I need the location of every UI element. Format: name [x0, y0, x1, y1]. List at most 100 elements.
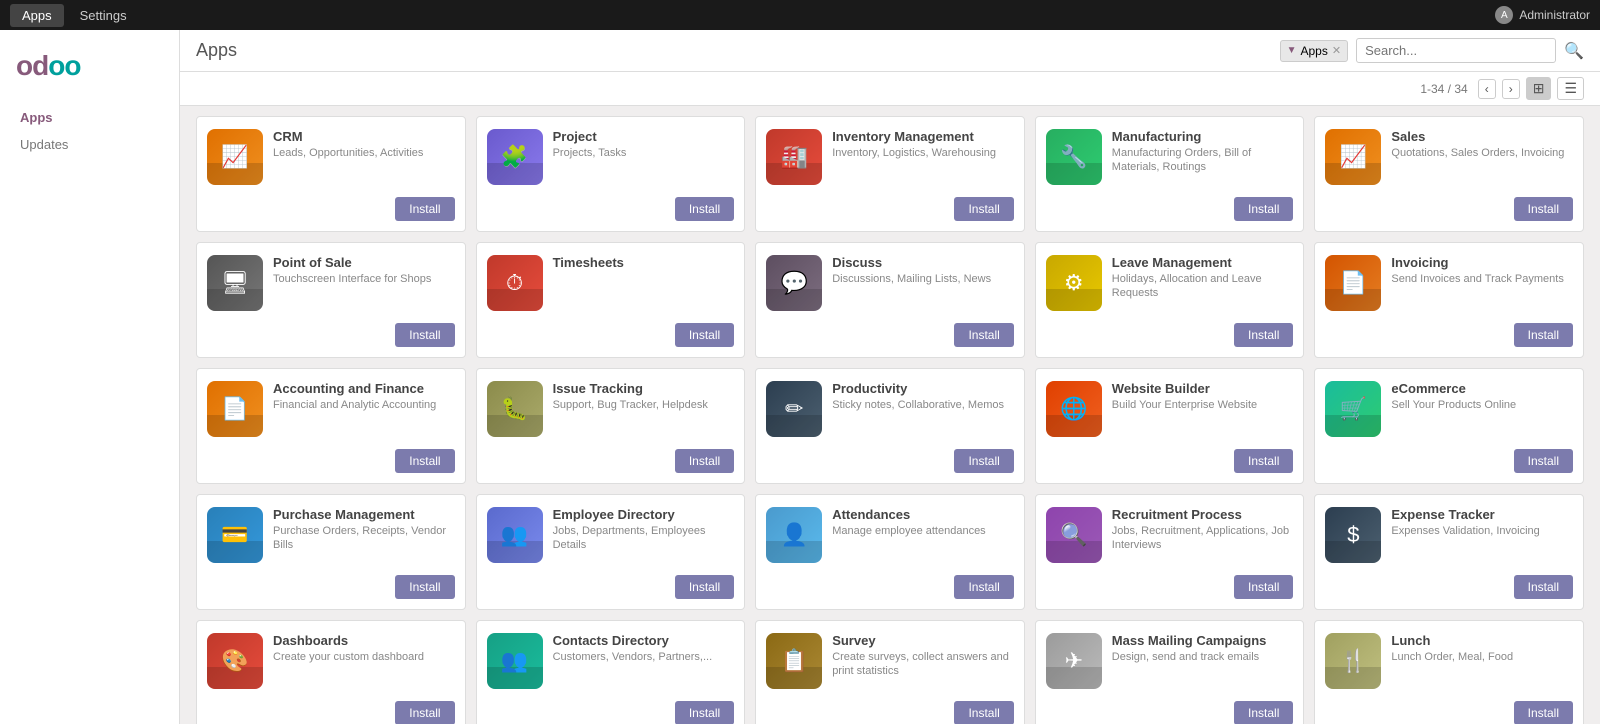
app-card-footer: Install — [197, 191, 465, 231]
install-button[interactable]: Install — [395, 323, 454, 347]
app-card-footer: Install — [1315, 191, 1583, 231]
install-button[interactable]: Install — [954, 197, 1013, 221]
install-button[interactable]: Install — [1234, 323, 1293, 347]
app-info: Inventory Management Inventory, Logistic… — [832, 129, 1014, 160]
app-info: Expense Tracker Expenses Validation, Inv… — [1391, 507, 1573, 538]
app-card: 💬 Discuss Discussions, Mailing Lists, Ne… — [755, 242, 1025, 358]
install-button[interactable]: Install — [954, 449, 1013, 473]
app-card: 📋 Survey Create surveys, collect answers… — [755, 620, 1025, 724]
app-card-footer: Install — [1036, 317, 1304, 357]
app-card: ⚙ Leave Management Holidays, Allocation … — [1035, 242, 1305, 358]
app-card: 🖥 Point of Sale Touchscreen Interface fo… — [196, 242, 466, 358]
list-view-btn[interactable]: ☰ — [1557, 77, 1584, 100]
app-card-body: 🔧 Manufacturing Manufacturing Orders, Bi… — [1036, 117, 1304, 191]
app-card-footer: Install — [1315, 695, 1583, 724]
app-name: Accounting and Finance — [273, 381, 455, 396]
app-info: Lunch Lunch Order, Meal, Food — [1391, 633, 1573, 664]
app-icon: 📄 — [1325, 255, 1381, 311]
app-icon: 🍴 — [1325, 633, 1381, 689]
app-icon: 🛒 — [1325, 381, 1381, 437]
app-card: 🧩 Project Projects, Tasks Install — [476, 116, 746, 232]
install-button[interactable]: Install — [1234, 701, 1293, 724]
app-card-body: 📄 Accounting and Finance Financial and A… — [197, 369, 465, 443]
install-button[interactable]: Install — [675, 197, 734, 221]
install-button[interactable]: Install — [954, 575, 1013, 599]
app-icon: 🎨 — [207, 633, 263, 689]
app-desc: Expenses Validation, Invoicing — [1391, 524, 1573, 538]
search-button[interactable]: 🔍 — [1564, 41, 1584, 61]
app-info: Contacts Directory Customers, Vendors, P… — [553, 633, 735, 664]
app-name: Website Builder — [1112, 381, 1294, 396]
app-icon: 💬 — [766, 255, 822, 311]
sidebar-item-apps[interactable]: Apps — [0, 104, 179, 131]
install-button[interactable]: Install — [954, 701, 1013, 724]
app-card: 👥 Employee Directory Jobs, Departments, … — [476, 494, 746, 610]
app-info: Productivity Sticky notes, Collaborative… — [832, 381, 1014, 412]
install-button[interactable]: Install — [1234, 449, 1293, 473]
app-name: Purchase Management — [273, 507, 455, 522]
filter-remove-btn[interactable]: ✕ — [1332, 44, 1341, 57]
app-name: Survey — [832, 633, 1014, 648]
app-card-body: 🎨 Dashboards Create your custom dashboar… — [197, 621, 465, 695]
app-icon: 👥 — [487, 507, 543, 563]
app-info: Accounting and Finance Financial and Ana… — [273, 381, 455, 412]
install-button[interactable]: Install — [1514, 323, 1573, 347]
filter-tag[interactable]: ▼ Apps ✕ — [1280, 40, 1348, 62]
next-page-btn[interactable]: › — [1502, 79, 1520, 99]
install-button[interactable]: Install — [675, 575, 734, 599]
app-card: 🔧 Manufacturing Manufacturing Orders, Bi… — [1035, 116, 1305, 232]
app-card: 📈 CRM Leads, Opportunities, Activities I… — [196, 116, 466, 232]
install-button[interactable]: Install — [675, 449, 734, 473]
app-card-footer: Install — [756, 317, 1024, 357]
app-card-footer: Install — [477, 443, 745, 483]
app-icon: ✈ — [1046, 633, 1102, 689]
app-card: 👤 Attendances Manage employee attendance… — [755, 494, 1025, 610]
app-card: 📈 Sales Quotations, Sales Orders, Invoic… — [1314, 116, 1584, 232]
app-icon: 📋 — [766, 633, 822, 689]
install-button[interactable]: Install — [395, 449, 454, 473]
install-button[interactable]: Install — [1514, 575, 1573, 599]
content-header: Apps ▼ Apps ✕ 🔍 — [180, 30, 1600, 72]
app-desc: Jobs, Recruitment, Applications, Job Int… — [1112, 524, 1294, 553]
app-card-footer: Install — [1315, 443, 1583, 483]
app-name: Manufacturing — [1112, 129, 1294, 144]
install-button[interactable]: Install — [1514, 197, 1573, 221]
app-info: Leave Management Holidays, Allocation an… — [1112, 255, 1294, 301]
app-card-footer: Install — [1315, 317, 1583, 357]
search-input[interactable] — [1356, 38, 1556, 63]
install-button[interactable]: Install — [675, 701, 734, 724]
grid-view-btn[interactable]: ⊞ — [1526, 77, 1552, 100]
app-name: Inventory Management — [832, 129, 1014, 144]
app-info: Mass Mailing Campaigns Design, send and … — [1112, 633, 1294, 664]
install-button[interactable]: Install — [1234, 197, 1293, 221]
install-button[interactable]: Install — [1514, 449, 1573, 473]
filter-icon: ▼ — [1287, 45, 1297, 56]
app-card-body: 🐛 Issue Tracking Support, Bug Tracker, H… — [477, 369, 745, 443]
install-button[interactable]: Install — [395, 701, 454, 724]
install-button[interactable]: Install — [395, 197, 454, 221]
sidebar-item-updates[interactable]: Updates — [0, 131, 179, 158]
install-button[interactable]: Install — [1234, 575, 1293, 599]
prev-page-btn[interactable]: ‹ — [1478, 79, 1496, 99]
app-card-footer: Install — [1315, 569, 1583, 609]
app-icon: 📈 — [1325, 129, 1381, 185]
app-card-body: 🏭 Inventory Management Inventory, Logist… — [756, 117, 1024, 191]
top-nav-apps[interactable]: Apps — [10, 4, 64, 27]
install-button[interactable]: Install — [954, 323, 1013, 347]
app-card-footer: Install — [197, 695, 465, 724]
main-layout: odoo Apps Updates Apps ▼ Apps ✕ 🔍 1-34 /… — [0, 30, 1600, 724]
app-desc: Quotations, Sales Orders, Invoicing — [1391, 146, 1573, 160]
app-card-body: ✈ Mass Mailing Campaigns Design, send an… — [1036, 621, 1304, 695]
install-button[interactable]: Install — [1514, 701, 1573, 724]
sidebar-logo: odoo — [0, 40, 179, 98]
app-info: Project Projects, Tasks — [553, 129, 735, 160]
content-area: Apps ▼ Apps ✕ 🔍 1-34 / 34 ‹ › ⊞ ☰ — [180, 30, 1600, 724]
app-name: Mass Mailing Campaigns — [1112, 633, 1294, 648]
top-nav-settings[interactable]: Settings — [68, 4, 139, 27]
install-button[interactable]: Install — [395, 575, 454, 599]
app-card: 🏭 Inventory Management Inventory, Logist… — [755, 116, 1025, 232]
app-card-footer: Install — [1036, 569, 1304, 609]
app-name: Discuss — [832, 255, 1014, 270]
install-button[interactable]: Install — [675, 323, 734, 347]
app-info: Attendances Manage employee attendances — [832, 507, 1014, 538]
